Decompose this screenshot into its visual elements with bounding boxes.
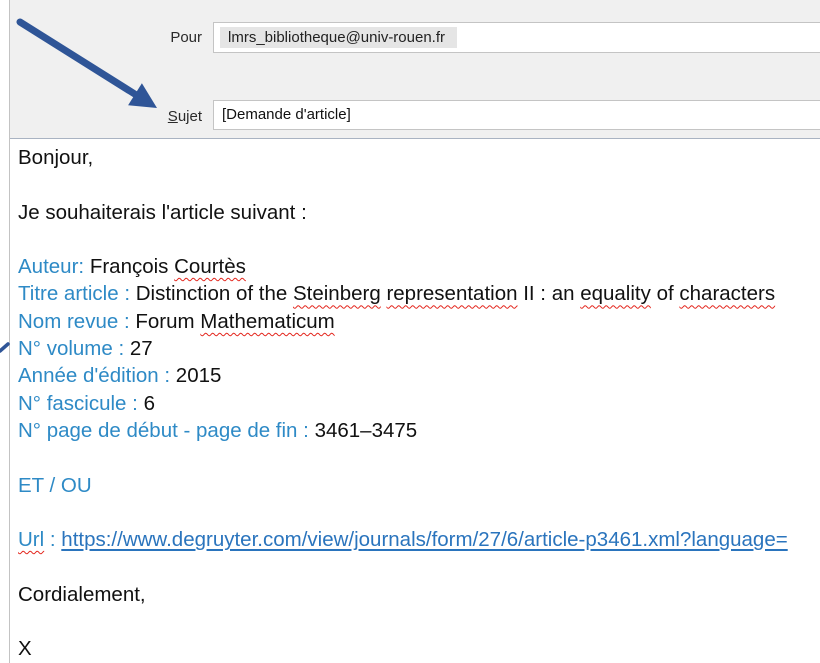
article-url-link[interactable]: https://www.degruyter.com/view/journals/… (61, 528, 787, 551)
field-label: Nom revue : (18, 309, 130, 333)
subject-field[interactable]: [Demande d'article] (213, 100, 820, 130)
recipient-chip[interactable]: lmrs_bibliotheque@univ-rouen.fr (220, 27, 458, 48)
to-row: Pour lmrs_bibliotheque@univ-rouen.fr (10, 0, 820, 60)
message-body[interactable]: Bonjour, Je souhaiterais l'article suiva… (10, 139, 820, 663)
field-label: N° page de début - page de fin : (18, 418, 309, 442)
field-line-journal: Nom revue : Forum Mathematicum (18, 308, 820, 335)
field-line-pages: N° page de début - page de fin : 3461–34… (18, 417, 820, 444)
field-value-part: Distinction of the (135, 282, 288, 306)
to-button[interactable]: Pour (10, 28, 202, 48)
url-label: Url (18, 528, 45, 552)
field-value-part-misspelled: representation (386, 282, 518, 306)
subject-label: Sujet (167, 108, 202, 125)
field-label: Année d'édition : (18, 364, 171, 388)
field-value-part: II : an (523, 282, 575, 306)
to-field[interactable]: lmrs_bibliotheque@univ-rouen.fr (213, 22, 820, 53)
field-value-part-misspelled: Courtès (174, 255, 246, 279)
field-value-part: 6 (143, 391, 155, 415)
field-value-part-misspelled: characters (679, 282, 776, 306)
field-value-part: Forum (135, 309, 195, 333)
subject-row: Sujet [Demande d'article] (10, 80, 820, 138)
field-label: Titre article : (18, 282, 131, 306)
field-value-part-misspelled: Steinberg (292, 282, 381, 306)
field-value-part: 2015 (175, 364, 222, 388)
field-label: Auteur: (18, 255, 85, 279)
field-value-part-misspelled: equality (580, 282, 651, 306)
field-value-part: François (89, 255, 169, 279)
signature-line: X (18, 637, 32, 661)
field-line-author: Auteur: François Courtès (18, 253, 820, 280)
intro-line: Je souhaiterais l'article suivant : (18, 200, 307, 224)
field-line-volume: N° volume : 27 (18, 335, 820, 362)
field-value-part: 3461–3475 (314, 418, 418, 442)
url-line: Url : https://www.degruyter.com/view/jou… (18, 526, 820, 553)
field-value-part: 27 (129, 337, 153, 361)
field-line-year: Année d'édition : 2015 (18, 362, 820, 389)
closing-line: Cordialement, (18, 582, 146, 606)
compose-header: Pour lmrs_bibliotheque@univ-rouen.fr Suj… (10, 0, 820, 139)
compose-window: Pour lmrs_bibliotheque@univ-rouen.fr Suj… (9, 0, 820, 663)
greeting-line: Bonjour, (18, 146, 94, 169)
field-label: N° fascicule : (18, 391, 138, 415)
field-label: N° volume : (18, 337, 125, 361)
field-value-part-misspelled: Mathematicum (200, 309, 335, 333)
alternative-line: ET / OU (18, 473, 92, 497)
field-line-issue: N° fascicule : 6 (18, 390, 820, 417)
field-value-part: of (656, 282, 674, 306)
field-line-title: Titre article : Distinction of the Stein… (18, 280, 820, 307)
url-separator: : (49, 528, 56, 552)
annotation-arrow-fragment (0, 342, 10, 353)
